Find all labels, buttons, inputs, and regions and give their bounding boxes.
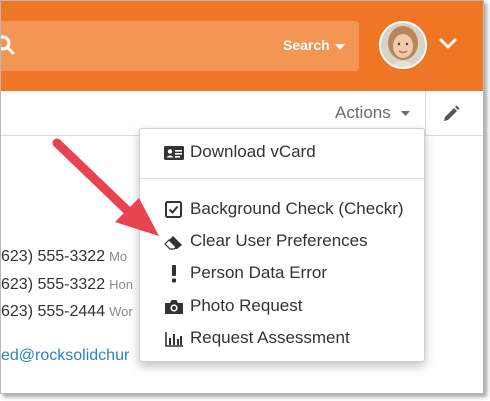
phone-row: 623) 555-2444 Wor [1,303,133,321]
pencil-icon[interactable] [441,104,461,124]
menu-item-person-data-error[interactable]: Person Data Error [140,258,424,288]
actions-dropdown-menu: Download vCard Background Check (Checkr)… [139,128,425,362]
app-window: Search Actions 623) 555-3322 Mo 623) 555… [0,0,484,394]
menu-item-label: Person Data Error [190,263,327,282]
bar-chart-icon [165,332,183,347]
menu-item-label: Download vCard [190,142,316,161]
checkbox-icon [165,201,182,218]
avatar-photo [381,23,425,67]
phone-type: Mo [109,249,128,264]
menu-item-request-assessment[interactable]: Request Assessment [140,323,424,353]
phone-number[interactable]: 623) 555-2444 [1,303,105,320]
search-button-label[interactable]: Search [283,37,330,53]
caret-down-icon[interactable] [335,44,345,50]
vcard-icon [164,146,184,160]
phone-number[interactable]: 623) 555-3322 [1,248,105,265]
toolbar-divider [425,91,426,136]
phone-row: 623) 555-3322 Hon [1,276,133,294]
email-link[interactable]: ed@rocksolidchur [1,347,129,365]
camera-icon [165,300,183,314]
search-icon [1,35,15,55]
exclamation-icon [172,265,176,283]
eraser-icon [164,236,182,250]
actions-button-label: Actions [335,103,391,122]
chevron-down-icon[interactable] [439,38,457,50]
menu-item-download-vcard[interactable]: Download vCard [140,137,424,167]
menu-item-label: Clear User Preferences [190,231,368,250]
menu-item-photo-request[interactable]: Photo Request [140,291,424,321]
avatar[interactable] [379,21,427,69]
phone-number[interactable]: 623) 555-3322 [1,276,105,293]
caret-down-icon [401,111,410,116]
search-input[interactable]: Search [1,21,359,71]
menu-divider [140,178,424,179]
menu-item-clear-user-preferences[interactable]: Clear User Preferences [140,226,424,256]
menu-item-background-check[interactable]: Background Check (Checkr) [140,194,424,224]
menu-item-label: Request Assessment [190,328,350,347]
menu-item-label: Photo Request [190,296,303,315]
menu-item-label: Background Check (Checkr) [190,199,404,218]
top-nav-bar: Search [1,1,483,91]
phone-type: Wor [109,304,133,319]
phone-row: 623) 555-3322 Mo [1,248,127,266]
phone-type: Hon [109,277,133,292]
